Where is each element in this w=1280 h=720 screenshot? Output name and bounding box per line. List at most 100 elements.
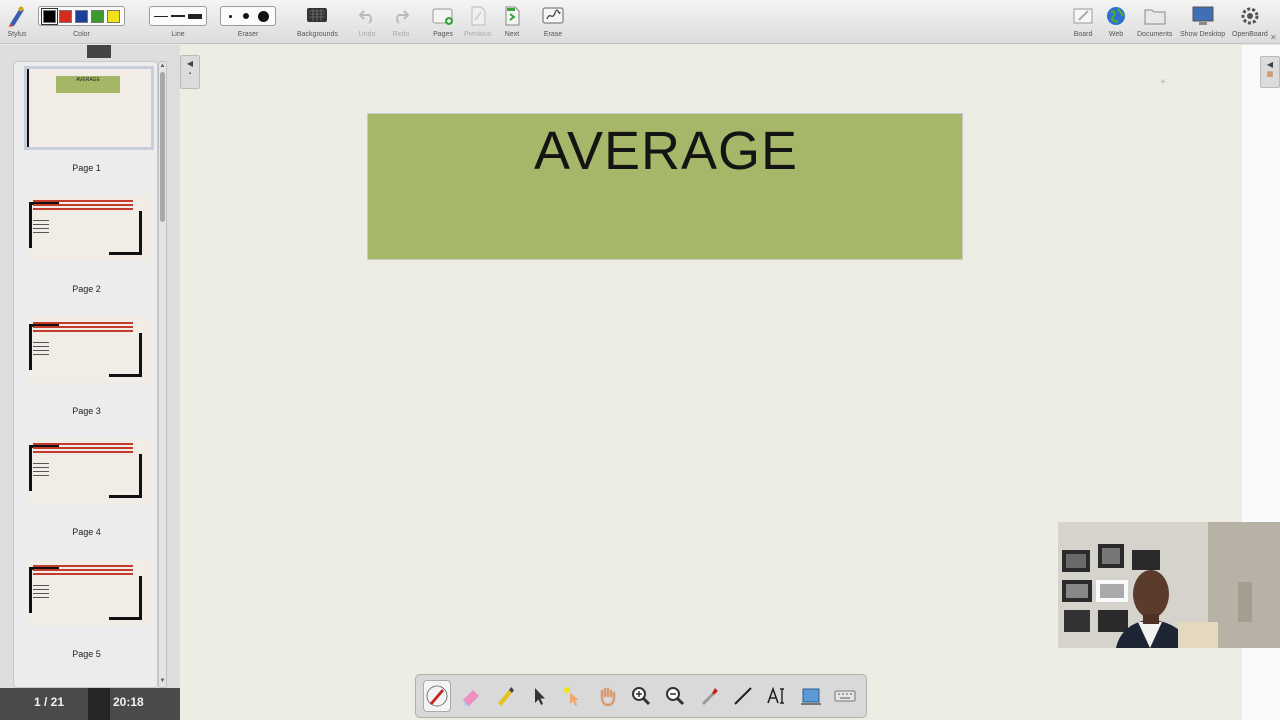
pen-icon — [426, 685, 448, 707]
eraser-tool[interactable] — [457, 680, 485, 712]
eraser-small-option[interactable] — [229, 14, 232, 18]
color-group: Color — [38, 3, 125, 38]
color-red-swatch[interactable] — [59, 9, 72, 23]
line-medium-option[interactable] — [171, 15, 185, 17]
page-thumbnail-1[interactable]: AVERAGE — [24, 66, 154, 150]
page-label-2: Page 2 — [72, 284, 101, 294]
zoom-out-icon — [666, 687, 685, 706]
collapse-left-panel-button[interactable]: ◀ ▪ — [180, 55, 200, 89]
hand-tool[interactable] — [593, 680, 621, 712]
documents-button[interactable]: Documents — [1137, 3, 1172, 38]
show-desktop-label: Show Desktop — [1180, 31, 1226, 38]
pages-button[interactable]: Pages — [432, 3, 454, 38]
redo-icon — [392, 3, 410, 29]
backgrounds-icon — [306, 3, 328, 29]
hand-icon — [600, 687, 616, 707]
color-green-swatch[interactable] — [91, 9, 104, 23]
color-label: Color — [73, 31, 90, 38]
panel-grip[interactable] — [87, 45, 111, 58]
page-thumbnail-5[interactable] — [27, 560, 151, 626]
line-label: Line — [171, 31, 185, 38]
capture-tool[interactable] — [797, 680, 825, 712]
redo-button[interactable]: Redo — [392, 3, 410, 38]
tool-palette — [415, 674, 867, 718]
folder-icon — [1144, 3, 1166, 29]
openboard-button[interactable]: OpenBoard — [1232, 3, 1268, 38]
backgrounds-button[interactable]: Backgrounds — [297, 3, 338, 38]
color-yellow-swatch[interactable] — [107, 9, 120, 23]
text-tool[interactable] — [763, 680, 791, 712]
pipette-tool[interactable] — [695, 680, 723, 712]
keyboard-tool[interactable] — [831, 680, 859, 712]
undo-icon — [358, 3, 376, 29]
top-toolbar: Stylus Color Line Eraser Backgrounds Und… — [0, 0, 1280, 44]
next-button[interactable]: Next — [503, 3, 521, 38]
scroll-up-icon[interactable]: ▲ — [159, 63, 166, 69]
thumbnail-scrollbar[interactable]: ▲ ▼ — [158, 61, 167, 688]
webcam-overlay — [1058, 522, 1280, 648]
previous-label: Previous — [464, 31, 492, 38]
eraser-large-option[interactable] — [258, 10, 269, 22]
laser-pointer-icon — [564, 687, 579, 706]
board-button[interactable]: Board — [1073, 3, 1093, 38]
scrollbar-thumb[interactable] — [160, 72, 165, 222]
stylus-button[interactable]: Stylus — [6, 3, 28, 38]
scroll-down-icon[interactable]: ▼ — [159, 678, 166, 684]
backgrounds-label: Backgrounds — [297, 31, 338, 38]
line-thick-option[interactable] — [188, 13, 202, 19]
pointer-tool[interactable] — [525, 680, 553, 712]
globe-icon — [1106, 3, 1126, 29]
eraser-icon — [463, 690, 479, 706]
color-blue-swatch[interactable] — [75, 9, 88, 23]
board-title: AVERAGE — [533, 121, 799, 181]
color-black-swatch[interactable] — [41, 7, 58, 25]
keyboard-icon — [834, 690, 856, 702]
highlighter-tool[interactable] — [491, 680, 519, 712]
stylus-icon — [6, 3, 28, 29]
text-icon — [767, 686, 784, 704]
page-thumbnail-4[interactable] — [27, 438, 151, 504]
eraser-group: Eraser — [220, 3, 276, 38]
previous-button[interactable]: Previous — [464, 3, 491, 38]
thumbnail-title: AVERAGE — [56, 76, 120, 93]
page-status-bar: 1 / 21 20:18 — [0, 688, 180, 720]
gear-icon — [1240, 3, 1260, 29]
board-icon — [1073, 3, 1093, 29]
board-label: Board — [1073, 31, 1093, 38]
eraser-label: Eraser — [237, 31, 259, 38]
documents-label: Documents — [1137, 31, 1173, 38]
collapse-right-panel-button[interactable]: ◀ ▦ — [1260, 56, 1280, 88]
stylus-label: Stylus — [7, 31, 27, 38]
page-label-1: Page 1 — [72, 163, 101, 173]
title-banner[interactable]: AVERAGE — [367, 113, 963, 260]
zoom-in-tool[interactable] — [627, 680, 655, 712]
eraser-medium-option[interactable] — [243, 13, 249, 19]
erase-button[interactable]: Erase — [542, 3, 564, 38]
laser-pointer-tool[interactable] — [559, 680, 587, 712]
page-thumbnail-3[interactable] — [27, 317, 151, 383]
page-thumbnail-2[interactable] — [27, 195, 151, 261]
previous-page-icon — [469, 3, 487, 29]
zoom-out-tool[interactable] — [661, 680, 689, 712]
line-thin-option[interactable] — [154, 15, 168, 17]
line-tool[interactable] — [729, 680, 757, 712]
undo-label: Undo — [358, 31, 376, 38]
page-thumbnail-list: AVERAGE Page 1 Page 2 Page 3 Page 4 Page… — [13, 61, 158, 688]
erase-board-icon — [542, 3, 564, 29]
page-label-4: Page 4 — [72, 527, 101, 537]
highlighter-icon — [498, 687, 514, 706]
undo-button[interactable]: Undo — [358, 3, 376, 38]
clock: 20:18 — [113, 695, 144, 709]
web-button[interactable]: Web — [1106, 3, 1126, 38]
desktop-icon — [1192, 3, 1214, 29]
pen-tool[interactable] — [423, 680, 451, 712]
line-width-selector — [149, 6, 207, 26]
pointer-icon — [535, 688, 545, 705]
chevron-left-icon: ◀ — [1266, 60, 1274, 69]
openboard-label: OpenBoard — [1232, 31, 1268, 38]
next-page-icon — [503, 3, 521, 29]
erase-label: Erase — [543, 31, 563, 38]
capture-icon — [801, 688, 821, 705]
close-toolbar-icon[interactable]: ✕ — [1270, 33, 1277, 42]
show-desktop-button[interactable]: Show Desktop — [1180, 3, 1225, 38]
